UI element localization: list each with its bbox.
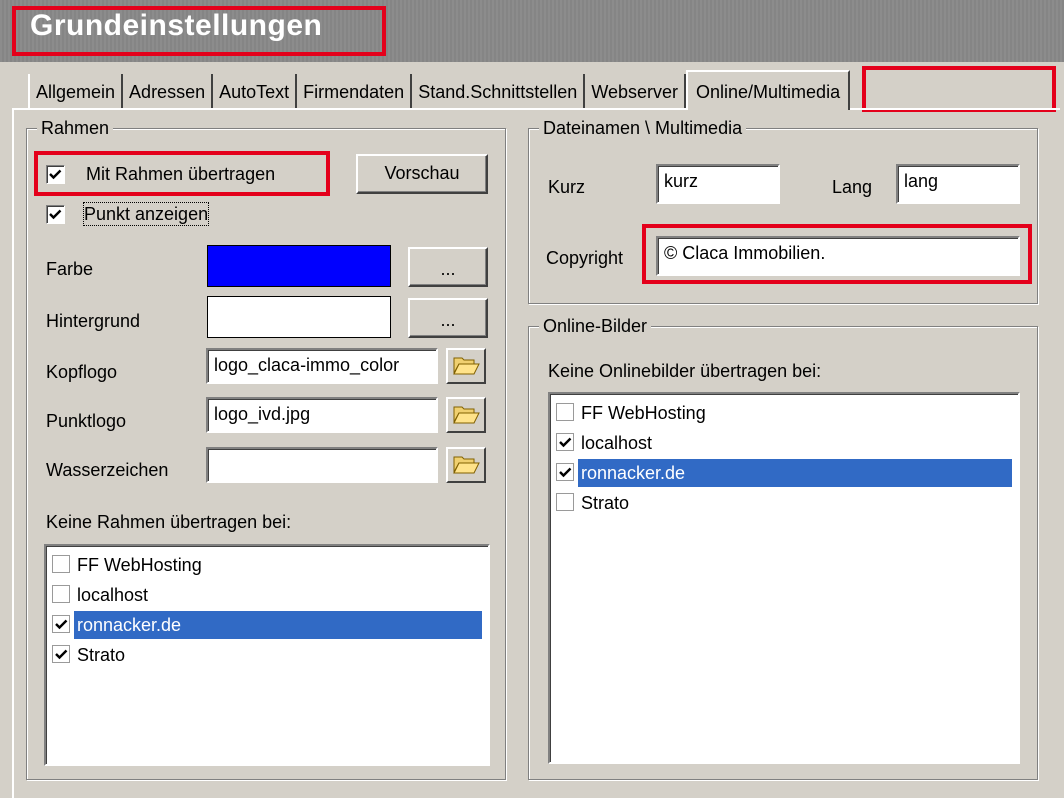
punktlogo-input[interactable]: logo_ivd.jpg [206, 397, 438, 433]
hintergrund-label: Hintergrund [46, 311, 141, 331]
list-item-checkbox[interactable] [556, 403, 574, 421]
check-icon [55, 619, 68, 630]
hintergrund-picker-button[interactable]: ... [408, 298, 488, 338]
list-item-label: ronnacker.de [74, 611, 482, 639]
lang-label: Lang [832, 177, 873, 197]
window-title: Grundeinstellungen [30, 9, 323, 42]
online-bilder-legend: Online-Bilder [539, 315, 652, 337]
kurz-input[interactable]: kurz [656, 164, 780, 204]
vorschau-button[interactable]: Vorschau [356, 154, 488, 194]
tab-adressen[interactable]: Adressen [123, 74, 214, 110]
keine-rahmen-list[interactable]: FF WebHosting localhost ronnacker.de Strato [44, 544, 490, 766]
punktlogo-label: Punktlogo [46, 411, 127, 431]
check-icon [559, 437, 572, 448]
wasserzeichen-input[interactable] [206, 447, 438, 483]
list-item-label: FF WebHosting [581, 403, 706, 423]
list-item-checkbox[interactable] [52, 585, 70, 603]
tab-firmendaten[interactable]: Firmendaten [297, 74, 413, 110]
list-item-label: FF WebHosting [77, 555, 202, 575]
wasserzeichen-browse-button[interactable] [446, 447, 486, 483]
copyright-label: Copyright [546, 248, 624, 268]
tab-strip: Allgemein Adressen AutoText Firmendaten … [28, 70, 851, 110]
rahmen-legend: Rahmen [37, 117, 114, 139]
dateinamen-legend: Dateinamen \ Multimedia [539, 117, 747, 139]
list-item[interactable]: FF WebHosting [556, 398, 1012, 428]
farbe-label: Farbe [46, 259, 94, 279]
farbe-swatch [207, 245, 391, 287]
list-item[interactable]: Strato [52, 640, 482, 670]
tab-allgemein[interactable]: Allgemein [28, 74, 124, 110]
list-item-label: localhost [77, 585, 149, 605]
wasserzeichen-label: Wasserzeichen [46, 460, 169, 480]
kopflogo-browse-button[interactable] [446, 348, 486, 384]
punkt-anzeigen-label: Punkt anzeigen [82, 202, 210, 226]
list-item-checkbox[interactable] [556, 463, 574, 481]
keine-rahmen-label: Keine Rahmen übertragen bei: [46, 512, 292, 532]
kopflogo-input[interactable]: logo_claca-immo_color [206, 348, 438, 384]
lang-input[interactable]: lang [896, 164, 1020, 204]
list-item-checkbox[interactable] [52, 555, 70, 573]
kopflogo-label: Kopflogo [46, 362, 118, 382]
copyright-input[interactable]: © Claca Immobilien. [656, 236, 1020, 276]
kurz-label: Kurz [548, 177, 586, 197]
keine-onlinebilder-list[interactable]: FF WebHosting localhost ronnacker.de Strato [548, 392, 1020, 764]
list-item-label: ronnacker.de [578, 459, 1012, 487]
dateinamen-group: Dateinamen \ Multimedia [528, 117, 1038, 304]
list-item-label: localhost [581, 433, 653, 453]
folder-open-icon [453, 357, 480, 375]
list-item[interactable]: localhost [556, 428, 1012, 458]
list-item-checkbox[interactable] [52, 615, 70, 633]
folder-open-icon [453, 456, 480, 474]
list-item-checkbox[interactable] [556, 493, 574, 511]
check-icon [49, 169, 62, 180]
tab-autotext[interactable]: AutoText [213, 74, 298, 110]
punkt-anzeigen-checkbox[interactable] [46, 205, 65, 224]
check-icon [559, 467, 572, 478]
list-item[interactable]: ronnacker.de [556, 458, 1012, 488]
list-item-label: Strato [77, 645, 126, 665]
tab-webserver[interactable]: Webserver [585, 74, 687, 110]
list-item[interactable]: Strato [556, 488, 1012, 518]
list-item-checkbox[interactable] [52, 645, 70, 663]
folder-open-icon [453, 406, 480, 424]
list-item-checkbox[interactable] [556, 433, 574, 451]
keine-onlinebilder-label: Keine Onlinebilder übertragen bei: [548, 361, 822, 381]
mit-rahmen-label: Mit Rahmen übertragen [86, 164, 276, 184]
hintergrund-swatch [207, 296, 391, 338]
mit-rahmen-checkbox[interactable] [46, 165, 65, 184]
list-item[interactable]: localhost [52, 580, 482, 610]
farbe-picker-button[interactable]: ... [408, 247, 488, 287]
check-icon [55, 649, 68, 660]
punktlogo-browse-button[interactable] [446, 397, 486, 433]
list-item[interactable]: ronnacker.de [52, 610, 482, 640]
check-icon [49, 209, 62, 220]
list-item[interactable]: FF WebHosting [52, 550, 482, 580]
tab-stand-schnittstellen[interactable]: Stand.Schnittstellen [412, 74, 586, 110]
tab-online-multimedia[interactable]: Online/Multimedia [686, 70, 851, 110]
highlight-tab [862, 66, 1056, 112]
list-item-label: Strato [581, 493, 630, 513]
